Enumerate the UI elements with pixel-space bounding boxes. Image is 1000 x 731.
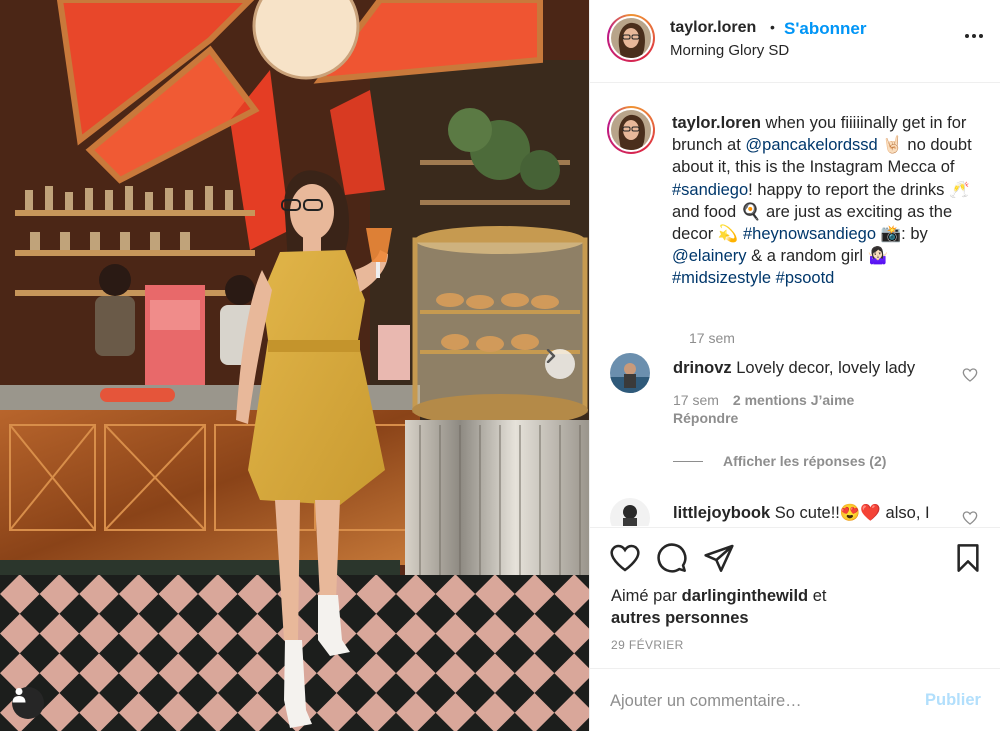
caption-link[interactable]: #midsizestyle bbox=[672, 269, 771, 287]
author-avatar[interactable] bbox=[607, 14, 655, 62]
caption-body: when you fiiiiinally get in for brunch a… bbox=[672, 114, 972, 287]
comment-likes-count[interactable]: 2 mentions J’aime bbox=[733, 392, 854, 408]
comment-like-heart-icon[interactable] bbox=[962, 367, 978, 383]
reply-button[interactable]: Répondre bbox=[673, 410, 738, 426]
user-tag-icon bbox=[12, 688, 26, 703]
view-replies-label: Afficher les réponses (2) bbox=[723, 453, 887, 469]
follow-button[interactable]: S'abonner bbox=[784, 19, 866, 39]
caption-text-segment: & a random girl 🤷🏻‍♀️ bbox=[746, 247, 889, 266]
liked-by-summary: Aimé par darlinginthewild et autres pers… bbox=[611, 585, 981, 629]
caption-link[interactable]: #psootd bbox=[776, 269, 835, 287]
caption-avatar-image bbox=[611, 110, 651, 150]
commenter-avatar-image bbox=[610, 498, 650, 526]
comment-icon[interactable] bbox=[656, 542, 688, 574]
comment-username[interactable]: littlejoybook bbox=[673, 504, 770, 522]
more-icon[interactable] bbox=[962, 24, 986, 48]
comments-section[interactable]: taylor.loren when you fiiiiinally get in… bbox=[590, 84, 1000, 526]
replies-divider bbox=[673, 460, 703, 462]
liked-by-prefix: Aimé par bbox=[611, 587, 682, 605]
comment-text: littlejoybook So cute!!😍❤️ also, I bbox=[673, 502, 943, 524]
heart-icon[interactable] bbox=[609, 542, 641, 574]
caption-text: taylor.loren when you fiiiiinally get in… bbox=[672, 112, 990, 290]
comment-username[interactable]: drinovz bbox=[673, 359, 732, 377]
comment-body: Lovely decor, lovely lady bbox=[731, 359, 916, 377]
commenter-avatar[interactable] bbox=[610, 353, 650, 393]
post-location[interactable]: Morning Glory SD bbox=[670, 42, 789, 59]
liked-by-user[interactable]: darlinginthewild bbox=[682, 587, 809, 605]
comment-timestamp[interactable]: 17 sem bbox=[673, 392, 719, 408]
post-details-panel: taylor.loren • S'abonner Morning Glory S… bbox=[589, 0, 1000, 731]
comment-meta: 17 sem 2 mentions J’aime Répondre bbox=[673, 391, 854, 427]
caption-link[interactable]: #heynowsandiego bbox=[743, 225, 876, 243]
next-photo-button[interactable] bbox=[545, 349, 575, 379]
caption-timestamp[interactable]: 17 sem bbox=[689, 330, 735, 346]
caption-text-segment: 📸: by bbox=[876, 225, 928, 244]
instagram-post: taylor.loren • S'abonner Morning Glory S… bbox=[0, 0, 1000, 731]
caption-link[interactable]: @pancakelordssd bbox=[745, 136, 877, 154]
view-replies-button[interactable]: Afficher les réponses (2) bbox=[673, 453, 886, 469]
commenter-avatar-image bbox=[610, 353, 650, 393]
caption-link[interactable]: #sandiego bbox=[672, 181, 748, 199]
comment-text: drinovz Lovely decor, lovely lady bbox=[673, 357, 943, 379]
post-actions: Aimé par darlinginthewild et autres pers… bbox=[590, 527, 1000, 667]
liked-by-middle: et bbox=[808, 587, 827, 605]
post-date[interactable]: 29 FÉVRIER bbox=[611, 638, 684, 652]
post-photo[interactable] bbox=[0, 0, 589, 731]
chevron-right-icon bbox=[546, 349, 556, 363]
post-header: taylor.loren • S'abonner Morning Glory S… bbox=[590, 0, 1000, 83]
caption-author-avatar[interactable] bbox=[607, 106, 655, 154]
user-tags-button[interactable] bbox=[12, 687, 44, 719]
bookmark-icon[interactable] bbox=[952, 542, 984, 574]
comment-like-heart-icon[interactable] bbox=[962, 510, 978, 526]
comment-body: So cute!!😍❤️ also, I bbox=[770, 504, 930, 522]
share-icon[interactable] bbox=[703, 542, 735, 574]
liked-by-others-button[interactable]: autres personnes bbox=[611, 609, 749, 627]
author-username[interactable]: taylor.loren bbox=[670, 19, 756, 37]
add-comment-form: Publier bbox=[590, 668, 1000, 731]
caption-link[interactable]: @elainery bbox=[672, 247, 747, 265]
caption-username[interactable]: taylor.loren bbox=[672, 114, 761, 132]
commenter-avatar[interactable] bbox=[610, 498, 650, 526]
post-photo-illustration bbox=[0, 0, 589, 731]
comment-input[interactable] bbox=[610, 689, 910, 713]
publish-button[interactable]: Publier bbox=[925, 691, 981, 710]
author-avatar-image bbox=[611, 18, 651, 58]
separator-dot: • bbox=[770, 19, 775, 35]
